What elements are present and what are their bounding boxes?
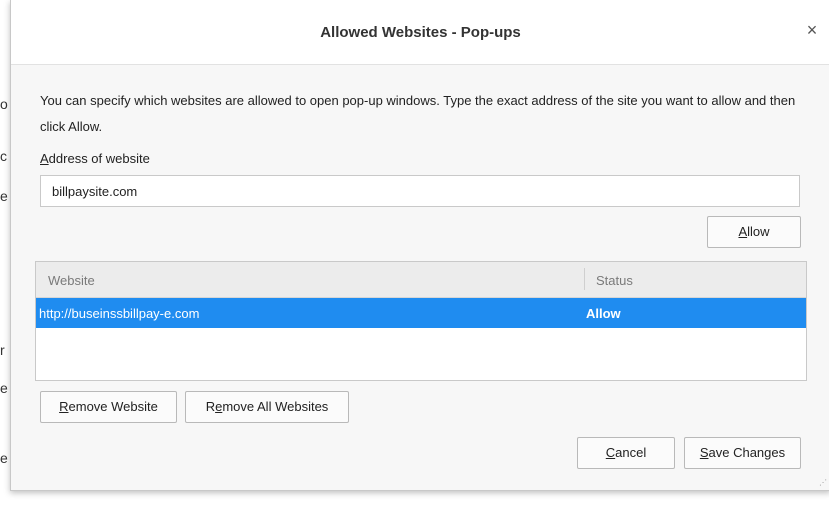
save-changes-button[interactable]: Save Changes xyxy=(684,437,801,469)
row-status: Allow xyxy=(586,306,621,321)
dialog-title: Allowed Websites - Pop-ups xyxy=(320,24,521,41)
remove-website-button[interactable]: Remove Website xyxy=(40,391,177,423)
cancel-button[interactable]: Cancel xyxy=(577,437,675,469)
allow-button-label: llow xyxy=(747,224,770,239)
row-website: http://buseinssbillpay-e.com xyxy=(39,306,200,321)
table-header: Website Status xyxy=(36,262,806,298)
remove-website-label: emove Website xyxy=(68,399,158,414)
column-header-status[interactable]: Status xyxy=(596,273,633,288)
address-label: Address of website xyxy=(40,151,150,166)
allow-button[interactable]: Allow xyxy=(707,216,801,248)
dialog-titlebar: Allowed Websites - Pop-ups × xyxy=(11,0,829,65)
remove-all-prefix: R xyxy=(205,399,216,414)
close-icon[interactable]: × xyxy=(802,20,822,40)
save-accel: S xyxy=(699,445,709,460)
cancel-label: ancel xyxy=(615,445,647,460)
address-label-text: ddress of website xyxy=(48,151,150,166)
allow-button-accel: A xyxy=(738,224,748,239)
address-label-accel: A xyxy=(40,151,49,166)
allowed-websites-dialog: Allowed Websites - Pop-ups × You can spe… xyxy=(10,0,829,491)
save-label: ave Changes xyxy=(708,445,786,460)
table-row[interactable]: http://buseinssbillpay-e.com Allow xyxy=(36,298,806,328)
remove-all-label: move All Websites xyxy=(222,399,329,414)
websites-table[interactable]: Website Status http://buseinssbillpay-e.… xyxy=(35,261,807,381)
address-input[interactable] xyxy=(40,175,800,207)
dialog-description: You can specify which websites are allow… xyxy=(40,93,796,134)
remove-website-accel: R xyxy=(59,399,69,414)
column-header-website[interactable]: Website xyxy=(48,273,95,288)
resize-grip-icon[interactable]: ⋰ xyxy=(819,479,827,487)
column-divider[interactable] xyxy=(584,268,585,290)
remove-all-websites-button[interactable]: Remove All Websites xyxy=(185,391,349,423)
cancel-accel: C xyxy=(605,445,616,460)
